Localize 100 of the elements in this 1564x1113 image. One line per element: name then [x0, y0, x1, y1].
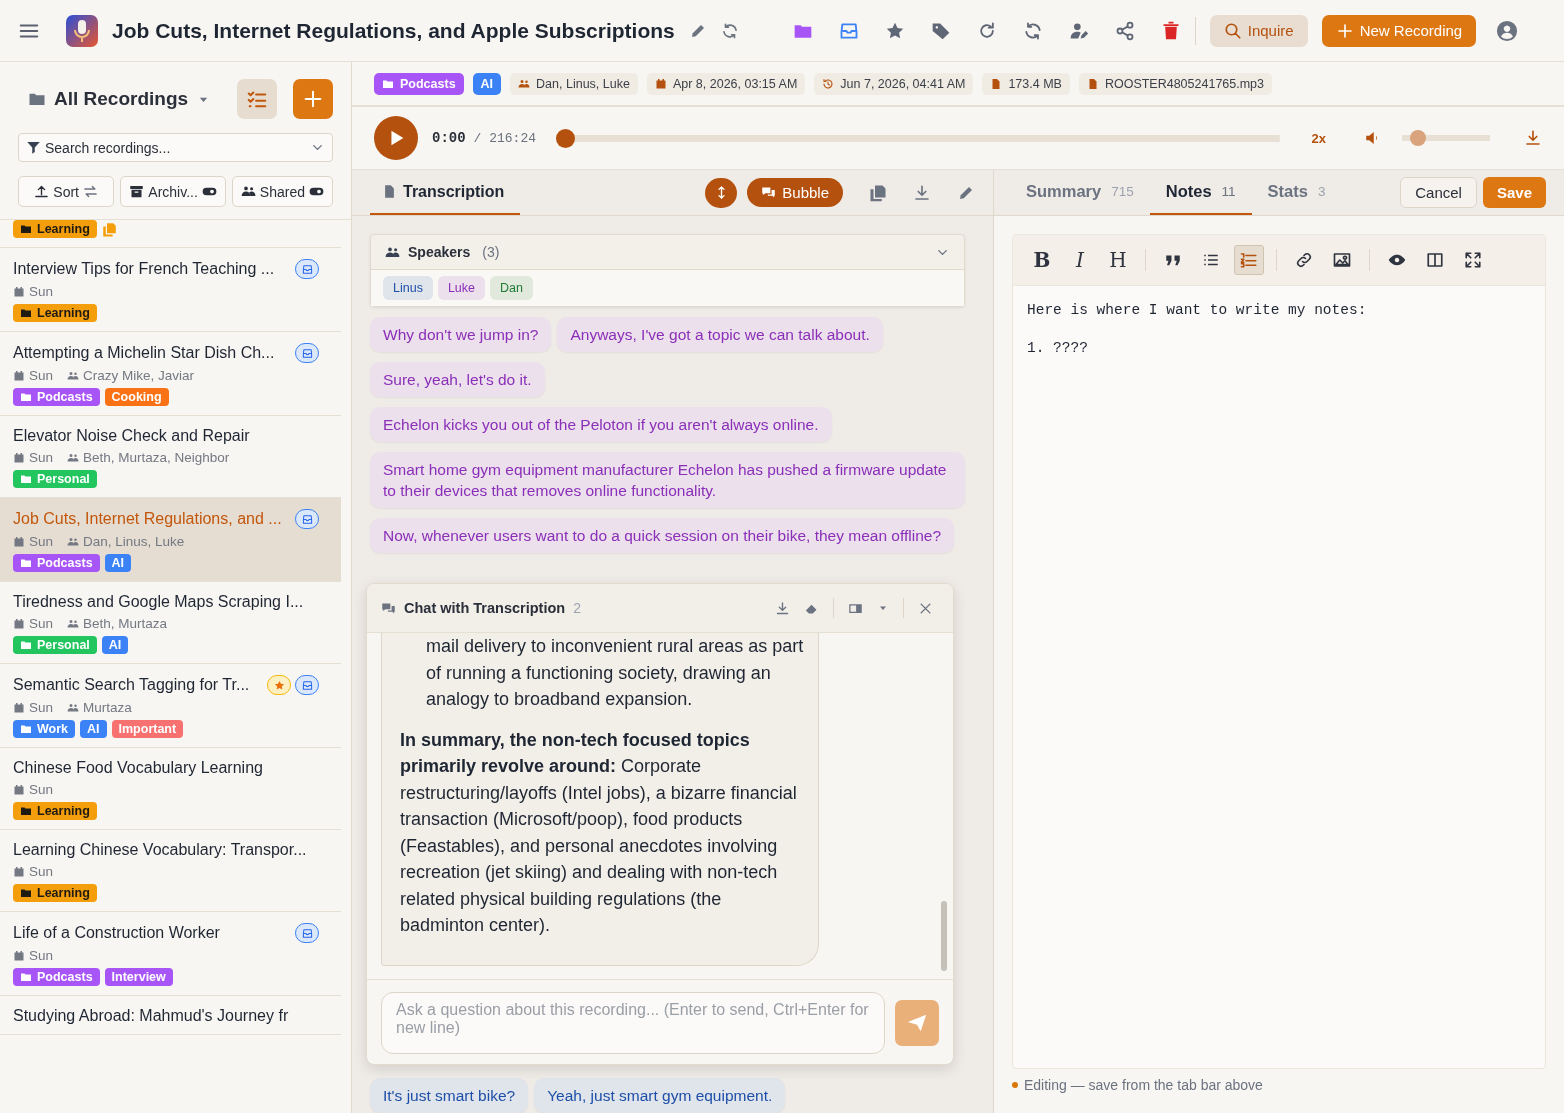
recording-item[interactable]: Semantic Search Tagging for Tr... Sun Murtaza Work AI Important: [0, 664, 341, 748]
recording-item[interactable]: Job Cuts, Internet Regulations, and ... Sun Dan, Linus, Luke Podcasts AI: [0, 498, 341, 582]
calendar-icon: [13, 617, 25, 630]
speakers-title: Speakers: [408, 244, 471, 260]
people-icon: [67, 535, 80, 548]
people-icon: [67, 451, 80, 464]
recording-date: Sun: [29, 534, 54, 549]
share-icon[interactable]: [1114, 20, 1135, 41]
recording-speakers: Crazy Mike, Javiar: [83, 368, 195, 383]
cancel-button[interactable]: Cancel: [1400, 177, 1477, 208]
speaker-chip[interactable]: Dan: [490, 276, 533, 300]
bubble-view-button[interactable]: Bubble: [747, 178, 843, 207]
inbox-badge-icon[interactable]: [295, 923, 319, 943]
history-icon: [822, 78, 835, 90]
recording-title: Studying Abroad: Mahmud's Journey fr: [13, 1007, 290, 1025]
archived-filter-button[interactable]: Archiv...: [120, 176, 226, 207]
numbered-list-tool-button[interactable]: [1234, 245, 1264, 275]
download-icon[interactable]: [913, 183, 931, 202]
current-time: 0:00: [432, 130, 466, 146]
progress-thumb[interactable]: [556, 128, 576, 148]
user-avatar-icon[interactable]: [1496, 19, 1519, 42]
people-icon: [67, 369, 80, 382]
panel-tab[interactable]: Summary 715: [1010, 170, 1150, 215]
recording-speakers: Dan, Linus, Luke: [83, 534, 185, 549]
inbox-badge-icon[interactable]: [295, 675, 319, 695]
status-dot: [1012, 1082, 1018, 1088]
tag: Podcasts: [13, 968, 100, 986]
recording-title: Tiredness and Google Maps Scraping I...: [13, 593, 305, 611]
inbox-badge-icon[interactable]: [295, 259, 319, 279]
transcription-tab[interactable]: Transcription: [370, 170, 520, 215]
transcript-bubble[interactable]: Echelon kicks you out of the Peloton if you aren't always online.: [370, 407, 832, 442]
recording-date: Sun: [29, 284, 54, 299]
recording-date: Sun: [29, 864, 54, 879]
transcript-bubble[interactable]: Yeah, just smart gym equipment.: [534, 1078, 786, 1113]
sync-icon[interactable]: [1022, 20, 1043, 41]
play-button[interactable]: [374, 116, 418, 160]
transcript-bubble[interactable]: Sure, yeah, let's do it.: [370, 362, 545, 397]
notes-line: 1. ????: [1027, 340, 1089, 356]
copy-icon[interactable]: [869, 183, 887, 202]
tag: Personal: [13, 636, 97, 654]
calendar-icon: [13, 451, 25, 464]
sort-filter-button[interactable]: Sort: [18, 176, 115, 207]
recording-item[interactable]: Tiredness and Google Maps Scraping I... Sun Beth, Murtaza Personal AI: [0, 582, 341, 664]
search-field[interactable]: Search recordings...: [18, 133, 333, 162]
speaker-chip[interactable]: Luke: [437, 276, 485, 300]
chat-title: Chat with Transcription: [404, 600, 566, 616]
recording-speakers: Beth, Murtaza: [83, 616, 168, 631]
plus-icon: [302, 88, 324, 110]
tag: Important: [111, 720, 184, 738]
recording-title: Attempting a Michelin Star Dish Ch...: [13, 344, 276, 362]
inbox-badge-icon[interactable]: [295, 343, 319, 363]
meta-chip: Jun 7, 2026, 04:41 AM: [814, 73, 974, 95]
chat-icon: [761, 185, 777, 200]
inbox-badge-icon[interactable]: [295, 509, 319, 529]
speaker-chip[interactable]: Linus: [383, 276, 433, 300]
inbox-icon[interactable]: [838, 20, 859, 41]
tag: Interview: [104, 968, 173, 986]
total-time: / 216:24: [473, 130, 537, 146]
calendar-icon: [13, 783, 25, 796]
question-input[interactable]: Ask a question about this recording... (Enter to send, Ctrl+Enter for new line): [381, 992, 885, 1054]
people-icon: [67, 701, 80, 714]
recording-item[interactable]: Chinese Food Vocabulary Learning Sun Learning: [0, 748, 341, 830]
recording-title: Learning Chinese Vocabulary: Transpor...: [13, 841, 308, 859]
transcript-bubble[interactable]: Smart home gym equipment manufacturer Echelon has pushed a firmware update to their devices that removes online functionality.: [370, 452, 965, 508]
recording-item[interactable]: Studying Abroad: Mahmud's Journey fr: [0, 996, 341, 1035]
bold-tool-button[interactable]: B: [1027, 245, 1057, 275]
inquire-button[interactable]: Inquire: [1209, 14, 1308, 47]
italic-tool-button[interactable]: I: [1065, 245, 1095, 275]
image-icon: [1333, 251, 1351, 269]
tag: AI: [101, 636, 129, 654]
heading-tool-button[interactable]: H: [1103, 245, 1133, 275]
numbered-list-icon: [1240, 251, 1258, 269]
recording-item[interactable]: Life of a Construction Worker Sun Podcasts Interview: [0, 912, 341, 996]
scroll-sync-button[interactable]: [705, 177, 738, 208]
download-icon[interactable]: [775, 600, 790, 616]
download-icon[interactable]: [1524, 129, 1542, 147]
star-badge-icon[interactable]: [267, 675, 291, 695]
chat-count: 2: [573, 600, 581, 616]
tag: Work: [13, 720, 76, 738]
folder-title[interactable]: All Recordings: [54, 88, 189, 110]
panel-tab[interactable]: Stats 3: [1251, 170, 1342, 215]
transcript-bubble[interactable]: Why don't we jump in?: [370, 317, 552, 352]
recording-item[interactable]: Learning: [0, 220, 341, 248]
volume-thumb[interactable]: [1409, 130, 1426, 146]
folder-icon: [20, 307, 32, 319]
recording-item[interactable]: Learning Chinese Vocabulary: Transpor... Sun Learning: [0, 830, 341, 912]
shared-filter-button[interactable]: Shared: [231, 176, 333, 207]
sync-icon[interactable]: [720, 21, 739, 40]
meta-chip: 173.4 MB: [982, 73, 1070, 95]
recording-item[interactable]: Attempting a Michelin Star Dish Ch... Sun Crazy Mike, Javiar Podcasts Cooking: [0, 332, 341, 416]
transcript-bubble[interactable]: Now, whenever users want to do a quick session on their bike, they mean offline?: [370, 518, 955, 553]
recording-item[interactable]: Interview Tips for French Teaching ... Sun Learning: [0, 248, 341, 332]
playback-speed-button[interactable]: 2x: [1311, 130, 1326, 146]
panel-tab[interactable]: Notes 11: [1149, 170, 1252, 215]
add-button[interactable]: [293, 79, 333, 119]
transcript-bubble[interactable]: Anyways, I've got a topic we can talk about.: [557, 317, 883, 352]
transcript-bubble[interactable]: It's just smart bike?: [370, 1078, 529, 1113]
select-mode-button[interactable]: [237, 79, 278, 119]
recording-title: Interview Tips for French Teaching ...: [13, 260, 276, 278]
swap-arrows-icon: [83, 184, 98, 199]
